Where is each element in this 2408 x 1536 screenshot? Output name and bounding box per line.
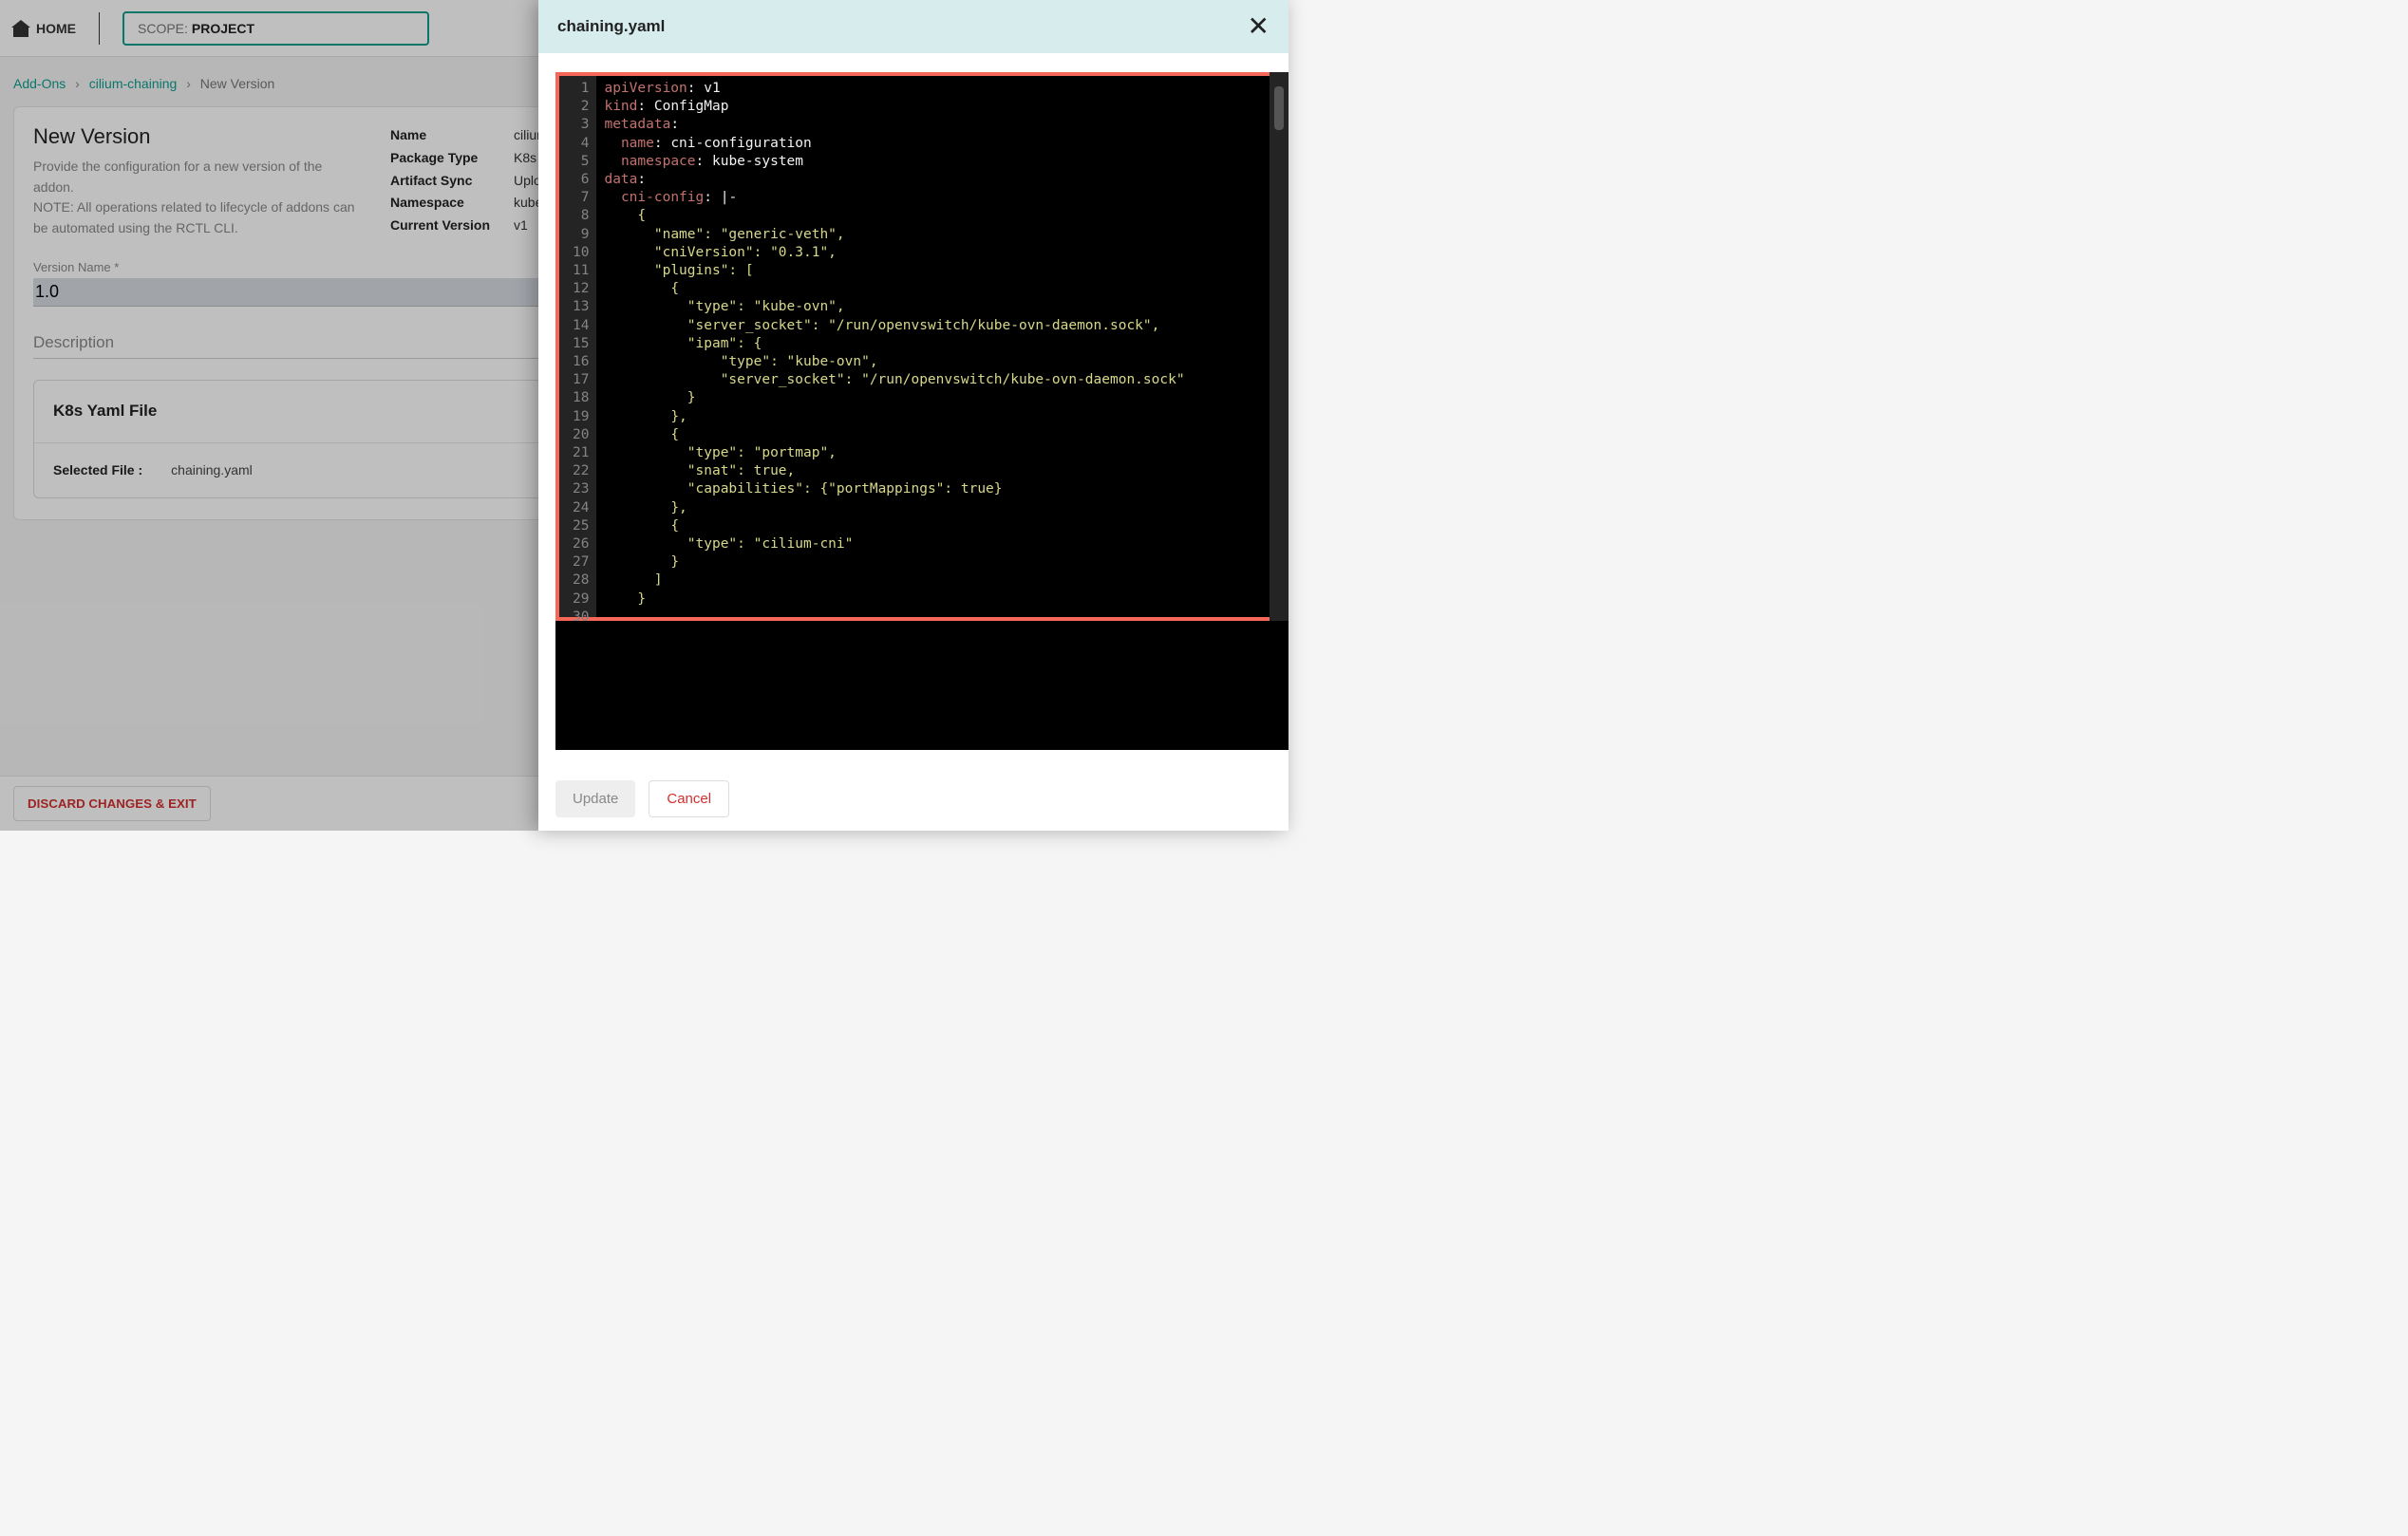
modal-body: 1 2 3 4 5 6 7 8 9 10 11 12 13 14 15 16 1… [538,53,1289,767]
modal-footer: Update Cancel [538,767,1289,831]
scrollbar[interactable] [1270,72,1289,621]
code-content[interactable]: apiVersion: v1 kind: ConfigMap metadata:… [596,76,1184,617]
line-gutter: 1 2 3 4 5 6 7 8 9 10 11 12 13 14 15 16 1… [559,76,596,617]
editor-empty-area [555,621,1289,750]
yaml-modal: chaining.yaml ✕ 1 2 3 4 5 6 7 8 9 10 11 … [538,0,1289,831]
cancel-button[interactable]: Cancel [649,780,729,817]
close-icon[interactable]: ✕ [1248,17,1270,36]
update-button[interactable]: Update [555,780,635,817]
code-editor[interactable]: 1 2 3 4 5 6 7 8 9 10 11 12 13 14 15 16 1… [555,72,1289,621]
modal-title: chaining.yaml [557,17,665,36]
modal-header: chaining.yaml ✕ [538,0,1289,53]
